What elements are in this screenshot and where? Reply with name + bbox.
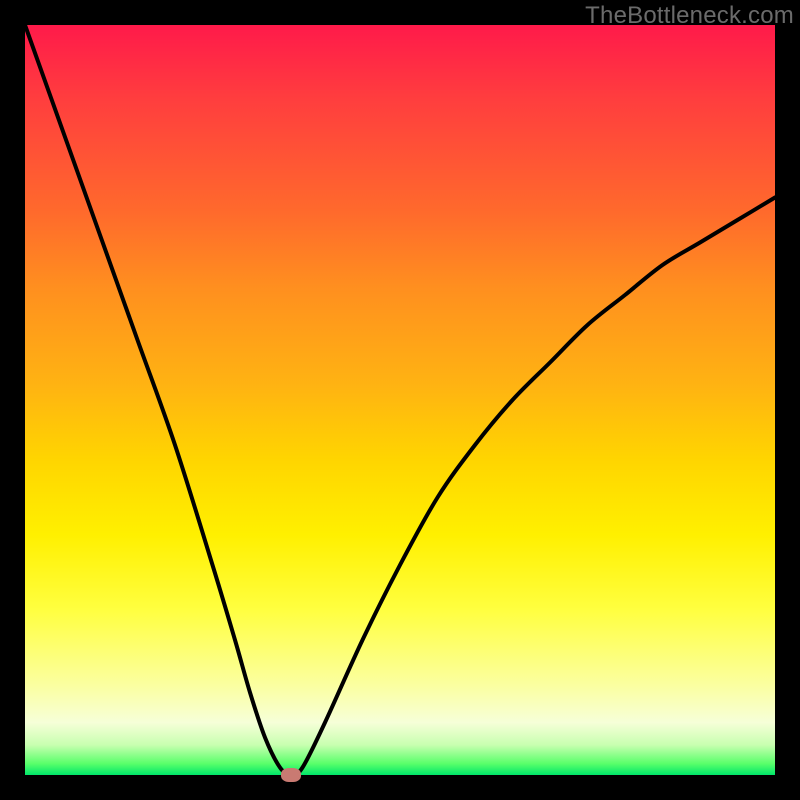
chart-frame: TheBottleneck.com	[0, 0, 800, 800]
minimum-marker	[281, 768, 301, 782]
plot-area	[25, 25, 775, 775]
bottleneck-curve	[25, 25, 775, 775]
